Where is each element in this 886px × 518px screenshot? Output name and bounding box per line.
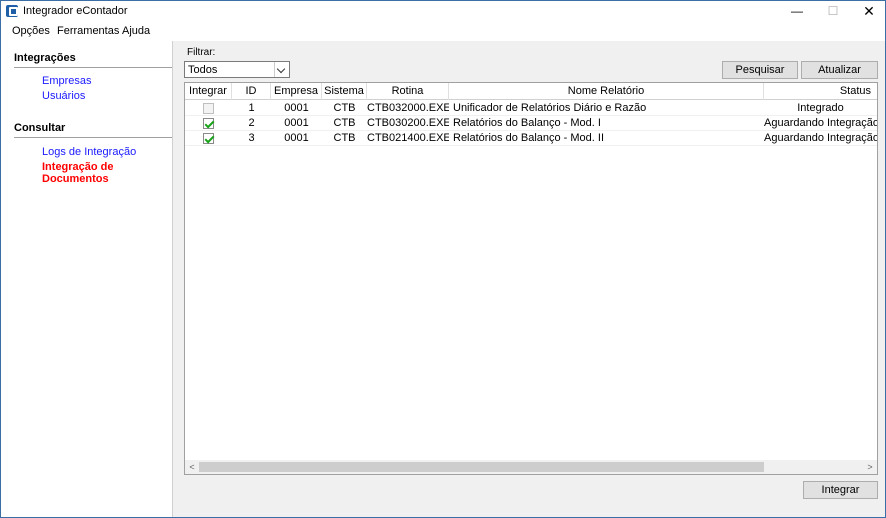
reports-table: Integrar ID Empresa Sistema Rotina Nome … — [184, 82, 878, 475]
table-row[interactable]: 1 0001 CTB CTB032000.EXE Unificador de R… — [185, 101, 877, 116]
sidebar-link-integracao-documentos[interactable]: Integração de Documentos — [42, 161, 172, 185]
cell-status: Aguardando Integração — [764, 132, 877, 144]
chevron-down-icon[interactable] — [274, 62, 289, 77]
window-title: Integrador eContador — [23, 5, 128, 17]
sidebar: Integrações Empresas Usuários Consultar … — [1, 41, 173, 517]
column-header-nome-relatorio[interactable]: Nome Relatório — [449, 83, 764, 100]
filter-selected-value: Todos — [188, 64, 218, 76]
filter-dropdown[interactable]: Todos — [184, 61, 290, 78]
table-row[interactable]: 3 0001 CTB CTB021400.EXE Relatórios do B… — [185, 131, 877, 146]
app-logo-icon — [6, 5, 18, 17]
cell-id: 3 — [248, 132, 255, 144]
menu-bar: Opções Ferramentas Ajuda — [1, 22, 885, 41]
integrate-button[interactable]: Integrar — [803, 481, 878, 499]
table-header: Integrar ID Empresa Sistema Rotina Nome … — [185, 83, 877, 100]
cell-id: 1 — [248, 102, 255, 114]
cell-empresa: 0001 — [284, 132, 309, 144]
cell-empresa: 0001 — [284, 102, 309, 114]
integrate-checkbox[interactable] — [203, 118, 214, 129]
maximize-button[interactable]: ☐ — [815, 1, 851, 22]
cell-sistema: CTB — [333, 102, 356, 114]
sidebar-heading-consultar: Consultar — [14, 122, 66, 134]
table-row[interactable]: 2 0001 CTB CTB030200.EXE Relatórios do B… — [185, 116, 877, 131]
cell-sistema: CTB — [333, 132, 356, 144]
cell-rotina: CTB021400.EXE — [367, 132, 449, 144]
cell-empresa: 0001 — [284, 117, 309, 129]
column-header-status[interactable]: Status — [764, 83, 877, 100]
sidebar-divider — [14, 67, 172, 68]
integrate-checkbox[interactable] — [203, 133, 214, 144]
cell-rotina: CTB032000.EXE — [367, 102, 449, 114]
filter-label: Filtrar: — [187, 47, 216, 58]
scroll-left-icon[interactable]: < — [185, 461, 199, 473]
menu-ferramentas[interactable]: Ferramentas — [57, 25, 119, 37]
cell-nome-relatorio: Unificador de Relatórios Diário e Razão — [453, 102, 647, 114]
search-button[interactable]: Pesquisar — [722, 61, 798, 79]
column-header-empresa[interactable]: Empresa — [271, 83, 322, 100]
title-bar: Integrador eContador — ☐ ✕ — [1, 1, 885, 22]
menu-opcoes[interactable]: Opções — [12, 25, 50, 37]
cell-status: Aguardando Integração — [764, 117, 877, 129]
column-header-integrar[interactable]: Integrar — [185, 83, 232, 100]
scroll-right-icon[interactable]: > — [863, 461, 877, 473]
cell-nome-relatorio: Relatórios do Balanço - Mod. I — [453, 117, 601, 129]
horizontal-scrollbar[interactable]: < > — [185, 460, 877, 474]
scrollbar-thumb[interactable] — [199, 462, 764, 472]
column-header-id[interactable]: ID — [232, 83, 271, 100]
app-window: Integrador eContador — ☐ ✕ Opções Ferram… — [0, 0, 886, 518]
sidebar-heading-integracoes: Integrações — [14, 52, 76, 64]
cell-sistema: CTB — [333, 117, 356, 129]
cell-status: Integrado — [797, 102, 844, 114]
menu-ajuda[interactable]: Ajuda — [122, 25, 150, 37]
sidebar-link-empresas[interactable]: Empresas — [42, 75, 92, 87]
cell-nome-relatorio: Relatórios do Balanço - Mod. II — [453, 132, 605, 144]
close-button[interactable]: ✕ — [851, 1, 886, 22]
minimize-button[interactable]: — — [779, 1, 815, 22]
main-panel: Filtrar: Todos Pesquisar Atualizar Integ… — [174, 41, 885, 517]
sidebar-divider — [14, 137, 172, 138]
cell-id: 2 — [248, 117, 255, 129]
sidebar-link-logs-integracao[interactable]: Logs de Integração — [42, 146, 136, 158]
column-header-sistema[interactable]: Sistema — [322, 83, 367, 100]
column-header-rotina[interactable]: Rotina — [367, 83, 449, 100]
refresh-button[interactable]: Atualizar — [801, 61, 878, 79]
cell-rotina: CTB030200.EXE — [367, 117, 449, 129]
integrate-checkbox[interactable] — [203, 103, 214, 114]
sidebar-link-usuarios[interactable]: Usuários — [42, 90, 85, 102]
